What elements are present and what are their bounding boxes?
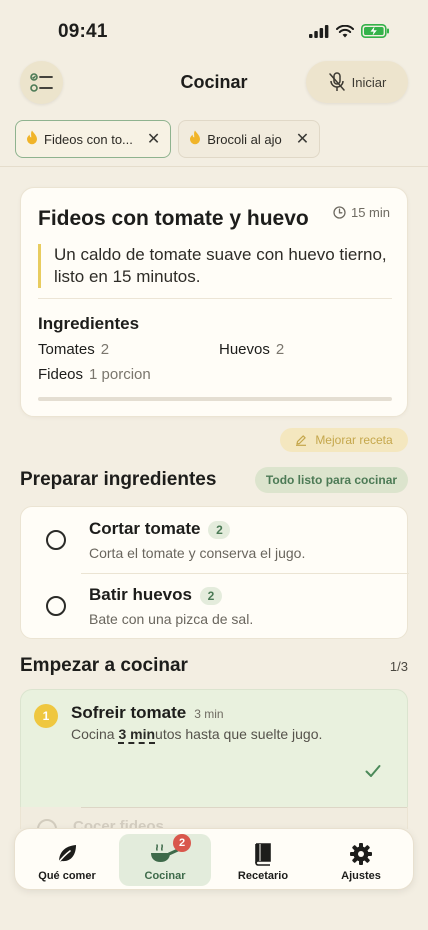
ingredient-item: Tomates 2 xyxy=(38,341,109,358)
step-desc-text: Cocina xyxy=(71,726,119,742)
prep-item-label: Batir huevos xyxy=(89,585,192,604)
top-bar: Cocinar Iniciar xyxy=(0,60,428,106)
divider xyxy=(38,298,392,299)
prep-section-title: Preparar ingredientes xyxy=(20,469,217,490)
tab-ajustes[interactable]: Ajustes xyxy=(315,834,407,886)
count-badge: 2 xyxy=(199,586,222,605)
ingredient-qty: 1 porcion xyxy=(89,366,151,383)
ingredients-title: Ingredientes xyxy=(38,314,140,333)
recipe-card: Fideos con tomate y huevo 15 min Un cald… xyxy=(20,187,408,417)
tab-cocinar[interactable]: 2 Cocinar xyxy=(119,834,211,886)
prep-checkbox[interactable] xyxy=(46,530,66,550)
recipe-time-label: 15 min xyxy=(350,205,390,220)
start-label: Iniciar xyxy=(351,74,387,90)
pan-icon: 2 xyxy=(149,834,191,866)
tab-label: Fideos con to... xyxy=(44,131,133,147)
tab-label: Cocinar xyxy=(144,870,186,882)
ingredient-name: Huevos xyxy=(219,341,270,358)
step-card-active[interactable]: 1 Sofreir tomate 3 min Cocina 3 minutos h… xyxy=(20,689,408,807)
tab-brocoli[interactable]: Brocoli al ajo ✕ xyxy=(178,120,321,158)
recipe-progress-bar xyxy=(38,397,392,401)
ingredient-qty: 2 xyxy=(275,341,285,358)
prep-item-name: Batir huevos 2 xyxy=(89,585,222,605)
timer-link[interactable]: 3 min xyxy=(118,726,156,744)
microphone-off-icon xyxy=(328,72,345,91)
step-title: Sofreir tomate 3 min xyxy=(71,703,224,723)
list-item[interactable]: Cortar tomate 2 Corta el tomate y conserv… xyxy=(21,507,409,574)
list-item[interactable]: Batir huevos 2 Bate con una pizca de sal. xyxy=(21,574,409,640)
tab-label: Qué comer xyxy=(38,870,96,882)
ingredient-name: Fideos xyxy=(38,366,84,383)
cook-section-title: Empezar a cocinar xyxy=(20,655,188,676)
gear-icon xyxy=(349,842,373,866)
book-icon xyxy=(253,842,273,866)
tab-label: Ajustes xyxy=(341,870,381,882)
notification-badge: 2 xyxy=(173,834,191,852)
step-time: 3 min xyxy=(194,707,224,721)
divider xyxy=(0,166,428,167)
count-badge: 2 xyxy=(208,520,231,539)
improve-label: Mejorar receta xyxy=(315,433,393,447)
tab-label: Brocoli al ajo xyxy=(207,131,282,147)
step-card-next[interactable]: Cocer fideos xyxy=(20,807,408,829)
status-icons xyxy=(309,24,390,38)
cellular-signal-icon xyxy=(309,24,329,38)
improve-recipe-button[interactable]: Mejorar receta xyxy=(280,428,408,452)
all-ready-button[interactable]: Todo listo para cocinar xyxy=(255,467,408,493)
close-icon[interactable]: ✕ xyxy=(296,129,309,149)
clock-icon xyxy=(333,206,346,219)
recipe-description: Un caldo de tomate suave con huevo tiern… xyxy=(38,244,390,288)
battery-charging-icon xyxy=(361,24,389,38)
complete-step-button[interactable] xyxy=(365,764,381,783)
step-progress: 1/3 xyxy=(389,659,408,674)
status-time: 09:41 xyxy=(58,21,108,42)
prep-list: Cortar tomate 2 Corta el tomate y conserv… xyxy=(20,506,409,640)
prep-item-desc: Bate con una pizca de sal. xyxy=(89,611,254,627)
prep-checkbox[interactable] xyxy=(46,596,66,616)
leaf-icon xyxy=(55,842,79,866)
step-desc-text: utos hasta que suelte jugo. xyxy=(155,726,323,742)
flame-icon xyxy=(26,130,38,148)
recipe-tabs: Fideos con to... ✕ Brocoli al ajo ✕ xyxy=(15,120,321,158)
checkmark-icon xyxy=(365,765,381,777)
divider xyxy=(81,807,407,808)
bottom-tab-bar: Qué comer 2 Cocinar Recetario Ajustes xyxy=(14,828,414,890)
ingredient-name: Tomates xyxy=(38,341,95,358)
flame-icon xyxy=(189,130,201,148)
step-title-label: Sofreir tomate xyxy=(71,703,187,722)
recipe-time: 15 min xyxy=(333,205,390,220)
ingredient-item: Huevos 2 xyxy=(219,341,284,358)
tab-fideos[interactable]: Fideos con to... ✕ xyxy=(15,120,172,158)
start-voice-button[interactable]: Iniciar xyxy=(306,61,408,103)
step-number: 1 xyxy=(34,704,58,728)
tab-que-comer[interactable]: Qué comer xyxy=(21,834,113,886)
wifi-icon xyxy=(336,24,354,37)
recipe-title: Fideos con tomate y huevo xyxy=(38,207,309,230)
tab-label: Recetario xyxy=(237,870,289,882)
prep-item-desc: Corta el tomate y conserva el jugo. xyxy=(89,545,306,561)
prep-item-name: Cortar tomate 2 xyxy=(89,519,231,539)
pencil-icon xyxy=(296,435,307,446)
tab-recetario[interactable]: Recetario xyxy=(217,834,309,886)
ingredient-item: Fideos 1 porcion xyxy=(38,366,151,383)
ingredient-qty: 2 xyxy=(100,341,110,358)
close-icon[interactable]: ✕ xyxy=(147,129,160,149)
step-description: Cocina 3 minutos hasta que suelte jugo. xyxy=(71,726,323,744)
status-bar: 09:41 xyxy=(0,0,428,60)
prep-item-label: Cortar tomate xyxy=(89,519,201,538)
